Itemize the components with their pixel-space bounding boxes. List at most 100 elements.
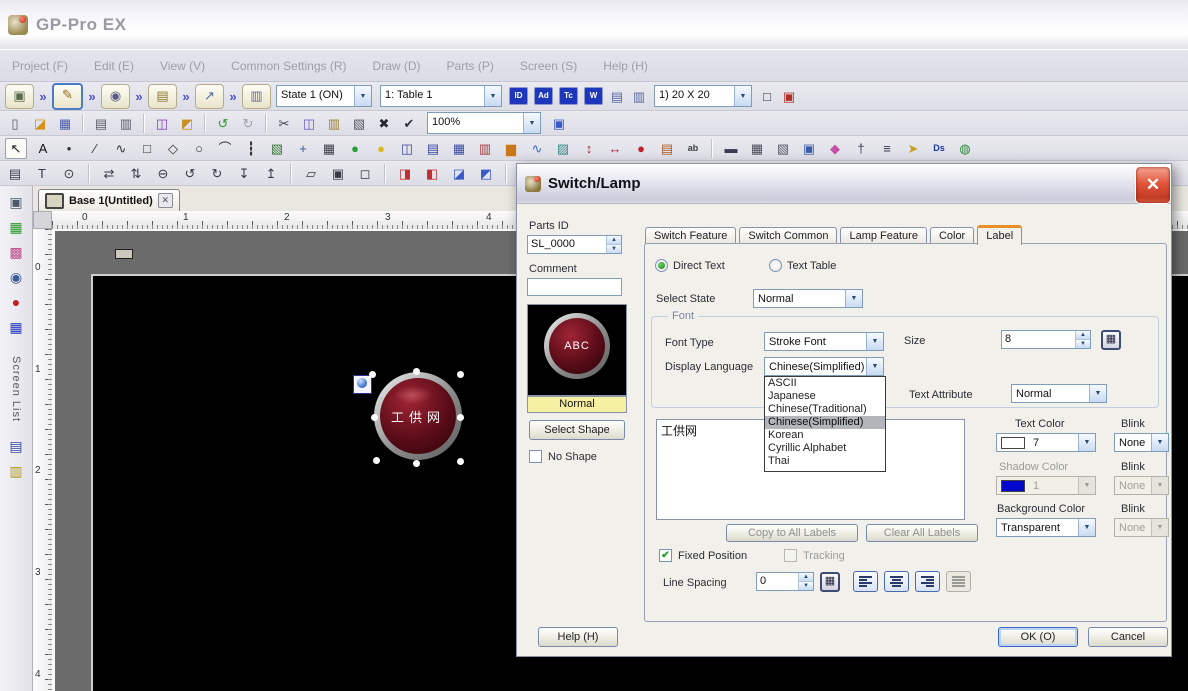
align-center-button[interactable] bbox=[884, 571, 909, 592]
animation-icon[interactable]: ▤ bbox=[5, 164, 25, 183]
selector-list-icon[interactable]: ≡ bbox=[877, 139, 897, 158]
menu-project[interactable]: Project (F) bbox=[12, 59, 68, 73]
chevron-down-icon[interactable]: ▼ bbox=[1151, 434, 1168, 451]
screen-copy-icon[interactable]: ◫ bbox=[152, 114, 172, 133]
open-icon[interactable]: ◪ bbox=[30, 114, 50, 133]
language-option[interactable]: Chinese(Traditional) bbox=[765, 403, 885, 416]
duplicate-icon[interactable]: ▧ bbox=[349, 114, 369, 133]
new-icon[interactable]: ▯ bbox=[5, 114, 25, 133]
d-script-icon[interactable]: Ds bbox=[929, 139, 949, 158]
text-code-icon[interactable]: Tc bbox=[559, 87, 578, 105]
bring-to-front-icon[interactable]: ◨ bbox=[395, 164, 415, 183]
expand-chevron-icon[interactable]: » bbox=[36, 89, 50, 104]
send-to-back-icon[interactable]: ◧ bbox=[422, 164, 442, 183]
preview-mode-icon[interactable]: ◉ bbox=[101, 84, 130, 109]
chevron-down-icon[interactable]: ▼ bbox=[866, 358, 883, 375]
chevron-down-icon[interactable]: ▼ bbox=[1089, 385, 1106, 402]
tab-label[interactable]: Label bbox=[977, 225, 1022, 245]
screen-info-icon[interactable]: ▤ bbox=[607, 87, 627, 106]
numeric-display-icon[interactable]: ▤ bbox=[423, 139, 443, 158]
chevron-down-icon[interactable]: ▼ bbox=[866, 333, 883, 350]
web-browser-icon[interactable]: ◍ bbox=[955, 139, 975, 158]
order-down-icon[interactable]: ↧ bbox=[234, 164, 254, 183]
polygon-tool-icon[interactable]: ◇ bbox=[163, 139, 183, 158]
flip-vertical-icon[interactable]: ⇅ bbox=[126, 164, 146, 183]
print-icon[interactable]: ▤ bbox=[91, 114, 111, 133]
menu-edit[interactable]: Edit (E) bbox=[94, 59, 134, 73]
remote-pc-icon[interactable]: ▣ bbox=[799, 139, 819, 158]
selection-handle[interactable] bbox=[371, 414, 378, 421]
selection-handle[interactable] bbox=[457, 371, 464, 378]
dot-tool-icon[interactable]: • bbox=[59, 139, 79, 158]
redo-icon[interactable]: ↻ bbox=[238, 114, 258, 133]
ungroup-icon[interactable]: ◻ bbox=[355, 164, 375, 183]
monitor-mode-icon[interactable]: ▥ bbox=[242, 84, 271, 109]
expand-chevron-icon[interactable]: » bbox=[85, 89, 99, 104]
rotate-text-icon[interactable]: T bbox=[32, 164, 52, 183]
cancel-button[interactable]: Cancel bbox=[1088, 627, 1168, 647]
arc-tool-icon[interactable]: ⌒ bbox=[215, 139, 235, 158]
group-icon[interactable]: ▣ bbox=[328, 164, 348, 183]
rotate-free-icon[interactable]: ⊖ bbox=[153, 164, 173, 183]
movie-player-icon[interactable]: ▦ bbox=[747, 139, 767, 158]
align-right-button[interactable] bbox=[915, 571, 940, 592]
expand-chevron-icon[interactable]: » bbox=[132, 89, 146, 104]
error-check-icon[interactable]: ✔ bbox=[399, 114, 419, 133]
chevron-down-icon[interactable]: ▼ bbox=[484, 86, 501, 106]
no-shape-checkbox[interactable] bbox=[529, 450, 542, 463]
selection-handle[interactable] bbox=[413, 368, 420, 375]
select-state-combo[interactable]: Normal▼ bbox=[753, 289, 863, 308]
move-backward-icon[interactable]: ◩ bbox=[476, 164, 496, 183]
text-tool-icon[interactable]: A bbox=[33, 139, 53, 158]
menu-parts[interactable]: Parts (P) bbox=[447, 59, 494, 73]
rotate-left-icon[interactable]: ↺ bbox=[180, 164, 200, 183]
select-shape-button[interactable]: Select Shape bbox=[529, 420, 625, 440]
copy-icon[interactable]: ◫ bbox=[299, 114, 319, 133]
snap-outline-icon[interactable]: □ bbox=[757, 87, 777, 106]
language-option[interactable]: Cyrillic Alphabet bbox=[765, 442, 885, 455]
chevron-down-icon[interactable]: ▼ bbox=[734, 86, 751, 106]
blink-combo[interactable]: None▼ bbox=[1114, 433, 1169, 452]
size-field[interactable]: 8 ▲▼ bbox=[1001, 330, 1091, 349]
line-spacing-field[interactable]: 0 ▲▼ bbox=[756, 572, 814, 591]
chevron-down-icon[interactable]: ▼ bbox=[523, 113, 540, 133]
background-color-combo[interactable]: Transparent▼ bbox=[996, 518, 1096, 537]
spinner-icon[interactable]: ▲▼ bbox=[1075, 331, 1090, 348]
chevron-down-icon[interactable]: ▼ bbox=[1078, 434, 1095, 451]
align-left-button[interactable] bbox=[853, 571, 878, 592]
line-graph-icon[interactable]: ∿ bbox=[527, 139, 547, 158]
screen-list-tab[interactable]: Screen List bbox=[10, 356, 22, 422]
ok-button[interactable]: OK (O) bbox=[998, 627, 1078, 647]
picture-part-icon[interactable]: ▧ bbox=[773, 139, 793, 158]
language-option-selected[interactable]: Chinese(Simplified) bbox=[765, 416, 885, 429]
pin-icon[interactable]: † bbox=[851, 139, 871, 158]
text-table-select[interactable]: 1: Table 1▼ bbox=[380, 85, 502, 107]
project-mode-icon[interactable]: ▤ bbox=[148, 84, 177, 109]
expand-chevron-icon[interactable]: » bbox=[179, 89, 193, 104]
record-icon[interactable]: ● bbox=[5, 292, 27, 313]
3d-box-icon[interactable]: ▱ bbox=[301, 164, 321, 183]
move-horizontal-icon[interactable]: ↔ bbox=[605, 139, 625, 158]
clock-icon[interactable]: ⊙ bbox=[59, 164, 79, 183]
address-display-icon[interactable]: Ad bbox=[534, 87, 553, 105]
font-type-combo[interactable]: Stroke Font▼ bbox=[764, 332, 884, 351]
switch-lamp-part[interactable]: 工供网 bbox=[364, 366, 468, 468]
direct-text-radio[interactable] bbox=[655, 259, 668, 272]
dialog-title-bar[interactable]: Switch/Lamp bbox=[517, 164, 1171, 204]
hand-cursor-icon[interactable]: ➤ bbox=[903, 139, 923, 158]
tab-switch-common[interactable]: Switch Common bbox=[739, 227, 837, 244]
selection-handle[interactable] bbox=[373, 457, 380, 464]
watch-icon[interactable]: W bbox=[584, 87, 603, 105]
text-table-radio[interactable] bbox=[769, 259, 782, 272]
language-option[interactable]: ASCII bbox=[765, 377, 885, 390]
color-palette-icon[interactable]: ▩ bbox=[5, 242, 27, 263]
rectangle-tool-icon[interactable]: □ bbox=[137, 139, 157, 158]
zoom-select[interactable]: 100%▼ bbox=[427, 112, 541, 134]
tab-switch-feature[interactable]: Switch Feature bbox=[645, 227, 736, 244]
menu-view[interactable]: View (V) bbox=[160, 59, 205, 73]
save-icon[interactable]: ▦ bbox=[55, 114, 75, 133]
fit-screen-icon[interactable]: ▣ bbox=[549, 114, 569, 133]
comment-field[interactable] bbox=[527, 278, 622, 296]
help-button[interactable]: Help (H) bbox=[538, 627, 618, 647]
undo-icon[interactable]: ↺ bbox=[213, 114, 233, 133]
